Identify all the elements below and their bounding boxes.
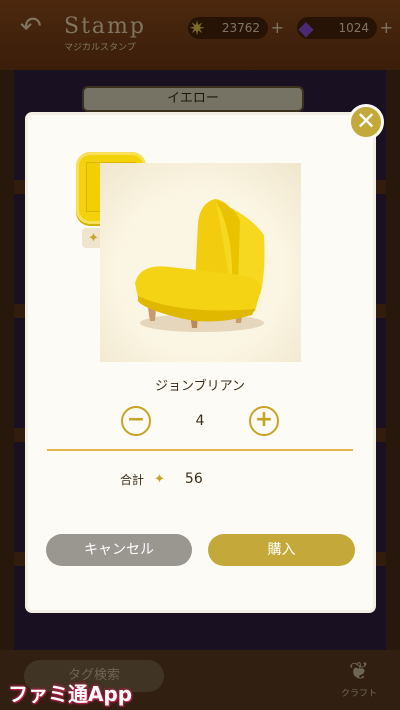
divider bbox=[47, 449, 353, 451]
quantity-value: 4 bbox=[195, 413, 205, 429]
sparkle-icon: ✦ bbox=[88, 230, 99, 246]
buy-button[interactable]: 購入 bbox=[208, 534, 355, 566]
close-icon[interactable]: ✕ bbox=[348, 104, 384, 140]
total-row: 合計 ✦ 56 bbox=[120, 469, 203, 489]
item-preview bbox=[100, 163, 301, 362]
item-name: ジョンブリアン bbox=[154, 379, 246, 394]
total-value: 56 bbox=[184, 471, 203, 487]
total-label: 合計 bbox=[120, 472, 145, 487]
increase-quantity-button[interactable]: + bbox=[249, 406, 279, 436]
decrease-quantity-button[interactable]: − bbox=[121, 406, 151, 436]
sparkle-icon: ✦ bbox=[154, 471, 165, 487]
chair-image bbox=[135, 199, 265, 332]
watermark-logo: ファミ通App bbox=[8, 682, 133, 706]
cancel-button[interactable]: キャンセル bbox=[46, 534, 192, 566]
